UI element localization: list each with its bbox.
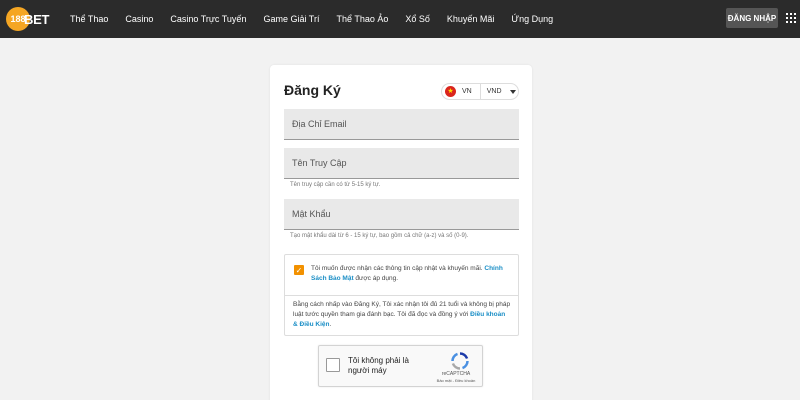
login-button[interactable]: ĐĂNG NHẬP: [726, 8, 778, 28]
recaptcha-checkbox[interactable]: [326, 358, 340, 372]
grid-icon[interactable]: [786, 13, 796, 23]
nav-item-the-thao[interactable]: Thể Thao: [70, 14, 108, 24]
nav-item-xo-so[interactable]: Xổ Số: [405, 14, 430, 24]
register-form-card: Đăng Ký ★ VN VND Địa Chỉ Email Tên Truy …: [270, 65, 532, 400]
consent-divider: [285, 295, 518, 296]
nav-item-casino-truc-tuyen[interactable]: Casino Trực Tuyến: [170, 14, 246, 24]
nav-item-the-thao-ao[interactable]: Thể Thao Ảo: [336, 14, 388, 24]
brand-logo[interactable]: 188 BET: [6, 7, 49, 31]
recaptcha-widget: Tôi không phải là người máy reCAPTCHA Bả…: [318, 345, 483, 387]
terms-end: .: [329, 321, 332, 328]
page-title: Đăng Ký: [284, 82, 341, 98]
currency-code: VND: [486, 88, 502, 95]
marketing-checkbox[interactable]: ✓: [294, 265, 304, 275]
password-hint: Tạo mật khẩu dài từ 6 - 15 ký tự, bao gồ…: [290, 233, 469, 239]
marketing-consent-text: Tôi muốn được nhận các thông tin cập nhậ…: [311, 264, 511, 284]
nav-item-khuyen-mai[interactable]: Khuyến Mãi: [447, 14, 495, 24]
chevron-down-icon: [509, 89, 516, 94]
consent-box: ✓ Tôi muốn được nhận các thông tin cập n…: [284, 254, 519, 336]
terms-text: Bằng cách nhấp vào Đăng Ký, Tôi xác nhận…: [293, 300, 511, 330]
marketing-text: Tôi muốn được nhận các thông tin cập nhậ…: [311, 265, 485, 272]
password-field[interactable]: Mật Khẩu: [284, 199, 519, 230]
recaptcha-icon: [451, 352, 469, 370]
recaptcha-label: Tôi không phải là người máy: [348, 356, 409, 375]
main-nav: Thể Thao Casino Casino Trực Tuyến Game G…: [70, 0, 570, 38]
selector-divider: [479, 83, 481, 100]
vietnam-flag-icon: ★: [445, 86, 456, 97]
language-code: VN: [462, 88, 472, 95]
email-field[interactable]: Địa Chỉ Email: [284, 109, 519, 140]
recaptcha-brand: reCAPTCHA: [441, 371, 471, 377]
logo-text: BET: [24, 11, 50, 27]
nav-item-game-giai-tri[interactable]: Game Giải Trí: [263, 14, 319, 24]
username-hint: Tên truy cập cần có từ 5-15 ký tự.: [290, 182, 381, 188]
nav-item-ung-dung[interactable]: Ứng Dụng: [511, 14, 553, 24]
language-currency-selector[interactable]: ★ VN VND: [441, 83, 519, 100]
top-navigation-bar: 188 BET Thể Thao Casino Casino Trực Tuyế…: [0, 0, 800, 38]
recaptcha-terms-link[interactable]: Bảo mật - Điều khoản: [431, 378, 481, 383]
username-field[interactable]: Tên Truy Cập: [284, 148, 519, 179]
nav-item-casino[interactable]: Casino: [125, 14, 153, 24]
marketing-text-end: được áp dụng.: [353, 275, 399, 282]
